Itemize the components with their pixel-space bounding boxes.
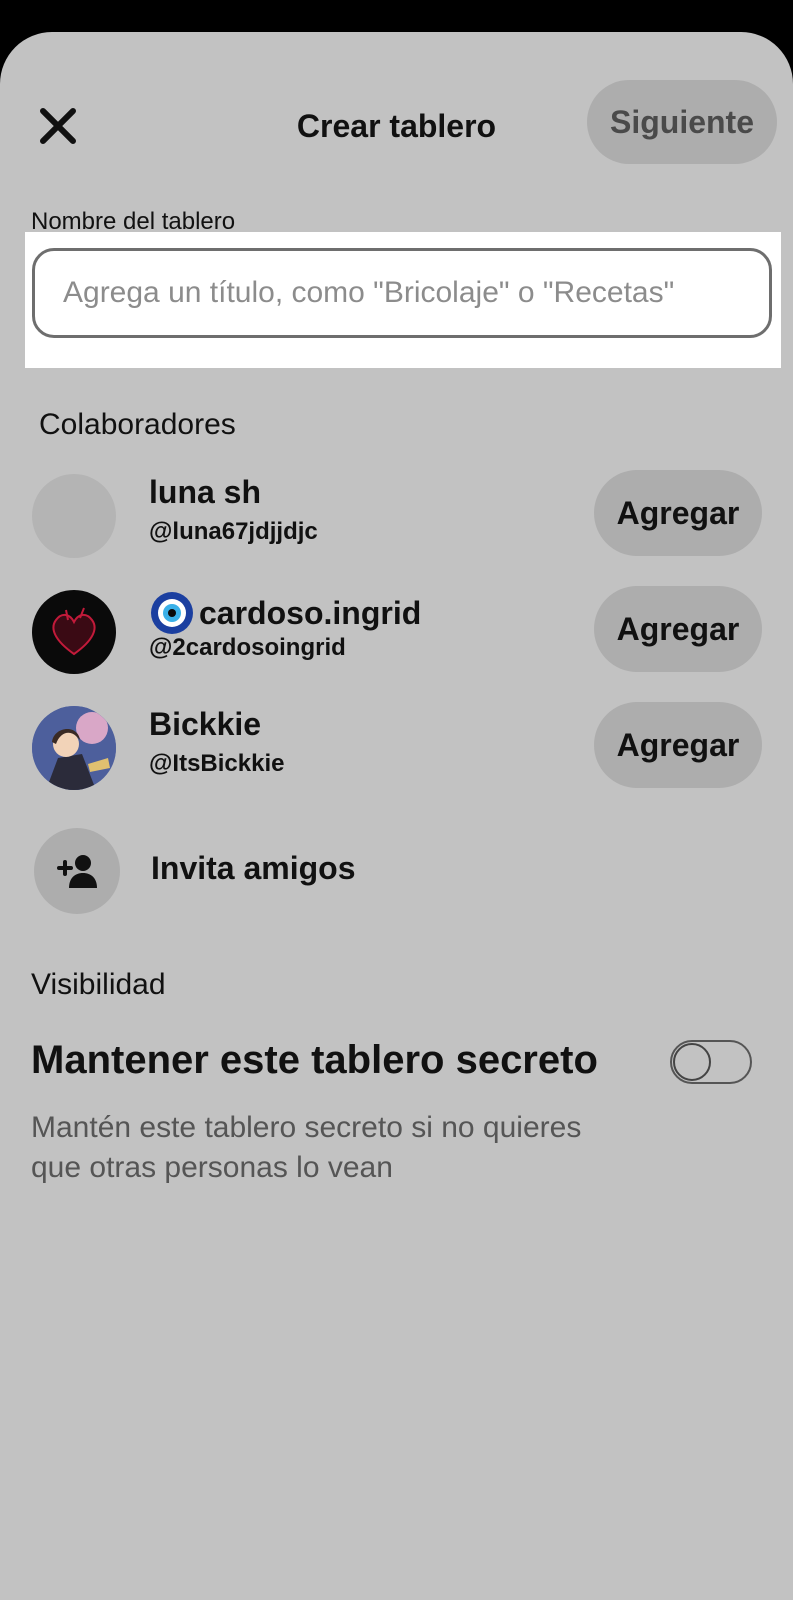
board-name-input[interactable] xyxy=(32,248,772,338)
board-name-field-container xyxy=(25,232,781,368)
evil-eye-icon xyxy=(151,592,193,634)
collaborator-handle: @2cardosoingrid xyxy=(149,634,346,661)
collaborator-handle: @luna67jdjjdjc xyxy=(149,518,318,545)
avatar xyxy=(32,590,116,674)
add-collaborator-button[interactable]: Agregar xyxy=(594,702,762,788)
heart-artwork-image xyxy=(52,607,96,656)
collaborator-name: Bickkie xyxy=(149,706,262,742)
collaborator-handle: @ItsBickkie xyxy=(149,750,285,777)
secret-board-title: Mantener este tablero secreto xyxy=(31,1038,598,1082)
visibility-heading: Visibilidad xyxy=(31,968,166,1001)
collaborator-row: cardoso.ingrid @2cardosoingrid Agregar xyxy=(0,586,793,678)
collaborator-name: luna sh xyxy=(149,474,262,510)
invite-friends-button[interactable]: Invita amigos xyxy=(0,828,793,914)
next-button[interactable]: Siguiente xyxy=(587,80,777,164)
invite-icon-circle xyxy=(34,828,120,914)
collaborator-name-wrap: cardoso.ingrid xyxy=(149,590,421,636)
secret-board-toggle[interactable] xyxy=(670,1040,752,1084)
avatar xyxy=(32,706,116,790)
avatar xyxy=(32,474,116,558)
invite-friends-label: Invita amigos xyxy=(151,850,356,886)
add-person-icon xyxy=(57,855,97,888)
secret-board-description: Mantén este tablero secreto si no quiere… xyxy=(31,1111,582,1184)
collaborator-row: Bickkie @ItsBickkie Agregar xyxy=(0,702,793,794)
anime-avatar-image xyxy=(32,706,116,790)
create-board-sheet: Crear tablero Siguiente Nombre del table… xyxy=(0,32,793,1600)
add-collaborator-button[interactable]: Agregar xyxy=(594,470,762,556)
collaborator-row: luna sh @luna67jdjjdjc Agregar xyxy=(0,470,793,562)
collaborator-name: cardoso.ingrid xyxy=(199,594,422,631)
add-collaborator-button[interactable]: Agregar xyxy=(594,586,762,672)
toggle-knob xyxy=(673,1043,711,1081)
collaborators-heading: Colaboradores xyxy=(39,408,236,441)
